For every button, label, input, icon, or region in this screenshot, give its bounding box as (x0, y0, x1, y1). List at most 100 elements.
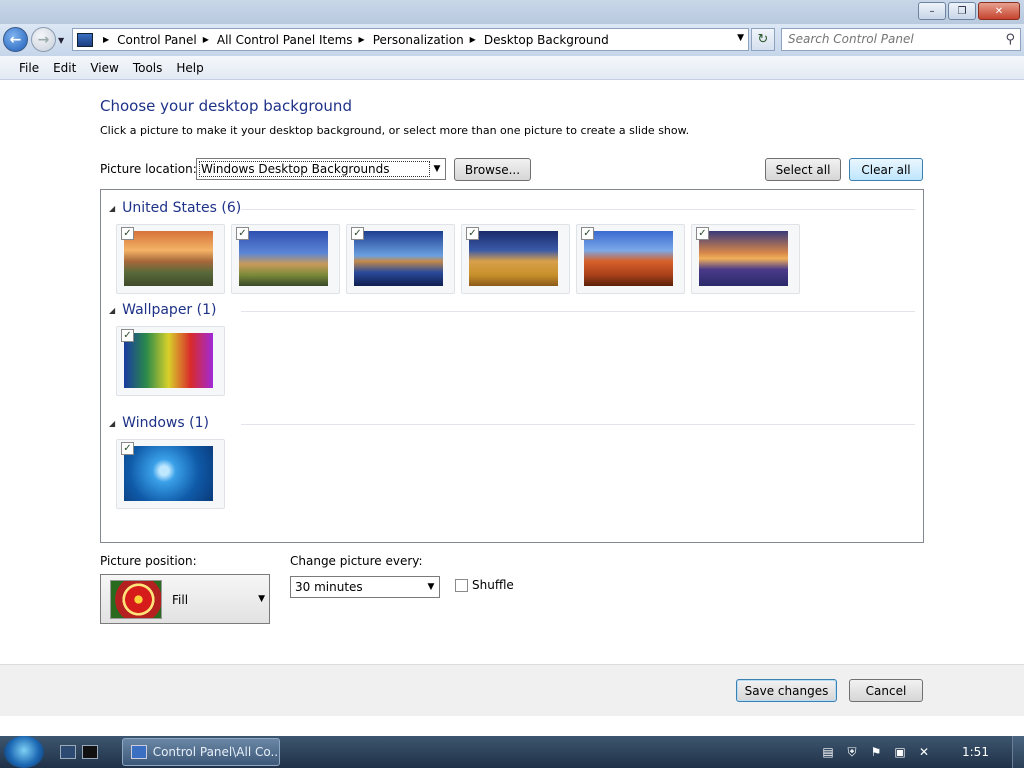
breadcrumb-control-panel[interactable]: Control Panel (117, 33, 197, 47)
picture-location-value: Windows Desktop Backgrounds (199, 161, 430, 177)
sunset-valley-image (124, 231, 213, 286)
refresh-button[interactable]: ↻ (751, 28, 775, 51)
menu-edit[interactable]: Edit (46, 61, 83, 75)
breadcrumb-personalization[interactable]: Personalization (373, 33, 464, 47)
change-interval-value: 30 minutes (295, 580, 363, 594)
control-panel-icon (77, 32, 93, 47)
search-input[interactable] (788, 29, 988, 49)
group-divider (241, 209, 915, 210)
thumbnail-rainbow-gradient[interactable]: ✓ (116, 326, 225, 396)
system-tray: ▤ ⛨ ⚑ ▣ ✕ (820, 744, 932, 760)
maximize-button[interactable]: ❐ (948, 2, 976, 20)
thumbnail-checkbox[interactable]: ✓ (351, 227, 364, 240)
command-prompt-icon[interactable] (82, 745, 98, 759)
group-name: United States (6) (122, 200, 242, 216)
action-center-flag-icon[interactable]: ⚑ (868, 744, 884, 760)
taskbar-button-label: Control Panel\All Co... (152, 745, 279, 759)
taskbar: Control Panel\All Co... ▤ ⛨ ⚑ ▣ ✕ 1:51 (0, 736, 1024, 768)
shuffle-checkbox[interactable] (455, 578, 468, 592)
collapse-triangle-icon[interactable]: ◢ (109, 419, 115, 428)
thumbnail-windows-logo[interactable]: ✓ (116, 439, 225, 509)
breadcrumb-desktop-background[interactable]: Desktop Background (484, 33, 609, 47)
chevron-down-icon: ▼ (258, 594, 265, 604)
thumbnail-checkbox[interactable]: ✓ (121, 329, 134, 342)
address-dropdown-icon[interactable]: ▼ (737, 33, 744, 43)
address-bar[interactable]: ▶ Control Panel ▶ All Control Panel Item… (72, 28, 749, 51)
change-interval-dropdown[interactable]: 30 minutes ▼ (290, 576, 440, 598)
breadcrumb-separator-icon[interactable]: ▶ (470, 35, 476, 44)
thumbnail-checkbox[interactable]: ✓ (581, 227, 594, 240)
breadcrumb-separator-icon[interactable]: ▶ (103, 35, 109, 44)
picture-gallery[interactable]: ◢ United States (6) ✓ ✓ ✓ ✓ ✓ ✓ ◢ Wallpa… (100, 189, 924, 543)
breadcrumb-all-items[interactable]: All Control Panel Items (217, 33, 353, 47)
thumbnail-checkbox[interactable]: ✓ (121, 227, 134, 240)
taskbar-control-panel-button[interactable]: Control Panel\All Co... (122, 738, 280, 766)
collapse-triangle-icon[interactable]: ◢ (109, 306, 115, 315)
arch-image (584, 231, 673, 286)
recent-pages-chevron-icon[interactable]: ▼ (58, 36, 64, 45)
search-box[interactable]: ⚲ (781, 28, 1021, 51)
picture-position-dropdown[interactable]: Fill ▼ (100, 574, 270, 624)
breadcrumb-separator-icon[interactable]: ▶ (359, 35, 365, 44)
group-header-wallpaper[interactable]: ◢ Wallpaper (1) (109, 302, 216, 318)
rock-lake-image (354, 231, 443, 286)
picture-location-dropdown[interactable]: Windows Desktop Backgrounds ▼ (196, 158, 446, 180)
picture-location-label: Picture location: (100, 162, 197, 176)
minimize-button[interactable]: – (918, 2, 946, 20)
save-changes-button[interactable]: Save changes (736, 679, 837, 702)
lake-flowers-image (699, 231, 788, 286)
menu-file[interactable]: File (12, 61, 46, 75)
thumbnail-checkbox[interactable]: ✓ (466, 227, 479, 240)
refresh-icon: ↻ (757, 32, 769, 47)
title-bar: – ❐ ✕ (0, 0, 1024, 24)
page-title: Choose your desktop background (100, 97, 352, 115)
thumbnail-lighthouse[interactable]: ✓ (231, 224, 340, 294)
volume-muted-icon[interactable]: ✕ (916, 744, 932, 760)
browse-button[interactable]: Browse... (454, 158, 531, 181)
shuffle-option[interactable]: Shuffle (455, 578, 514, 592)
lighthouse-image (239, 231, 328, 286)
thumbnail-rock-lake[interactable]: ✓ (346, 224, 455, 294)
cancel-button[interactable]: Cancel (849, 679, 923, 702)
search-icon[interactable]: ⚲ (1005, 32, 1015, 47)
menu-help[interactable]: Help (169, 61, 210, 75)
breadcrumb: ▶ Control Panel ▶ All Control Panel Item… (97, 33, 609, 47)
network-icon[interactable]: ▣ (892, 744, 908, 760)
page-description: Click a picture to make it your desktop … (100, 124, 690, 137)
forward-button[interactable]: → (31, 27, 56, 52)
group-divider (241, 424, 915, 425)
clock[interactable]: 1:51 (962, 745, 989, 759)
thumbnail-checkbox[interactable]: ✓ (696, 227, 709, 240)
thumbnail-hay-bale[interactable]: ✓ (461, 224, 570, 294)
security-shield-icon[interactable]: ⛨ (844, 744, 860, 760)
control-panel-icon (131, 745, 147, 759)
thumbnail-arch[interactable]: ✓ (576, 224, 685, 294)
windows-logo-image (124, 446, 213, 501)
menu-bar: File Edit View Tools Help (0, 56, 1024, 80)
picture-position-value: Fill (172, 593, 189, 607)
collapse-triangle-icon[interactable]: ◢ (109, 204, 115, 213)
start-button[interactable] (4, 736, 44, 768)
clear-all-button[interactable]: Clear all (849, 158, 923, 181)
select-all-button[interactable]: Select all (765, 158, 841, 181)
thumbnail-sunset-valley[interactable]: ✓ (116, 224, 225, 294)
thumbnail-lake-flowers[interactable]: ✓ (691, 224, 800, 294)
close-button[interactable]: ✕ (978, 2, 1020, 20)
back-button[interactable]: ← (3, 27, 28, 52)
group-header-united-states[interactable]: ◢ United States (6) (109, 200, 241, 216)
footer-bar: Save changes Cancel (0, 664, 1024, 716)
picture-position-label: Picture position: (100, 554, 197, 568)
thumbnail-checkbox[interactable]: ✓ (236, 227, 249, 240)
chevron-down-icon: ▼ (427, 582, 435, 592)
show-desktop-button[interactable] (1012, 736, 1024, 768)
notes-icon[interactable]: ▤ (820, 744, 836, 760)
show-desktop-icon[interactable] (60, 745, 76, 759)
breadcrumb-separator-icon[interactable]: ▶ (203, 35, 209, 44)
group-header-windows[interactable]: ◢ Windows (1) (109, 415, 209, 431)
menu-tools[interactable]: Tools (126, 61, 170, 75)
rainbow-gradient-image (124, 333, 213, 388)
thumbnail-checkbox[interactable]: ✓ (121, 442, 134, 455)
shuffle-label: Shuffle (472, 578, 514, 592)
menu-view[interactable]: View (83, 61, 125, 75)
group-divider (241, 311, 915, 312)
